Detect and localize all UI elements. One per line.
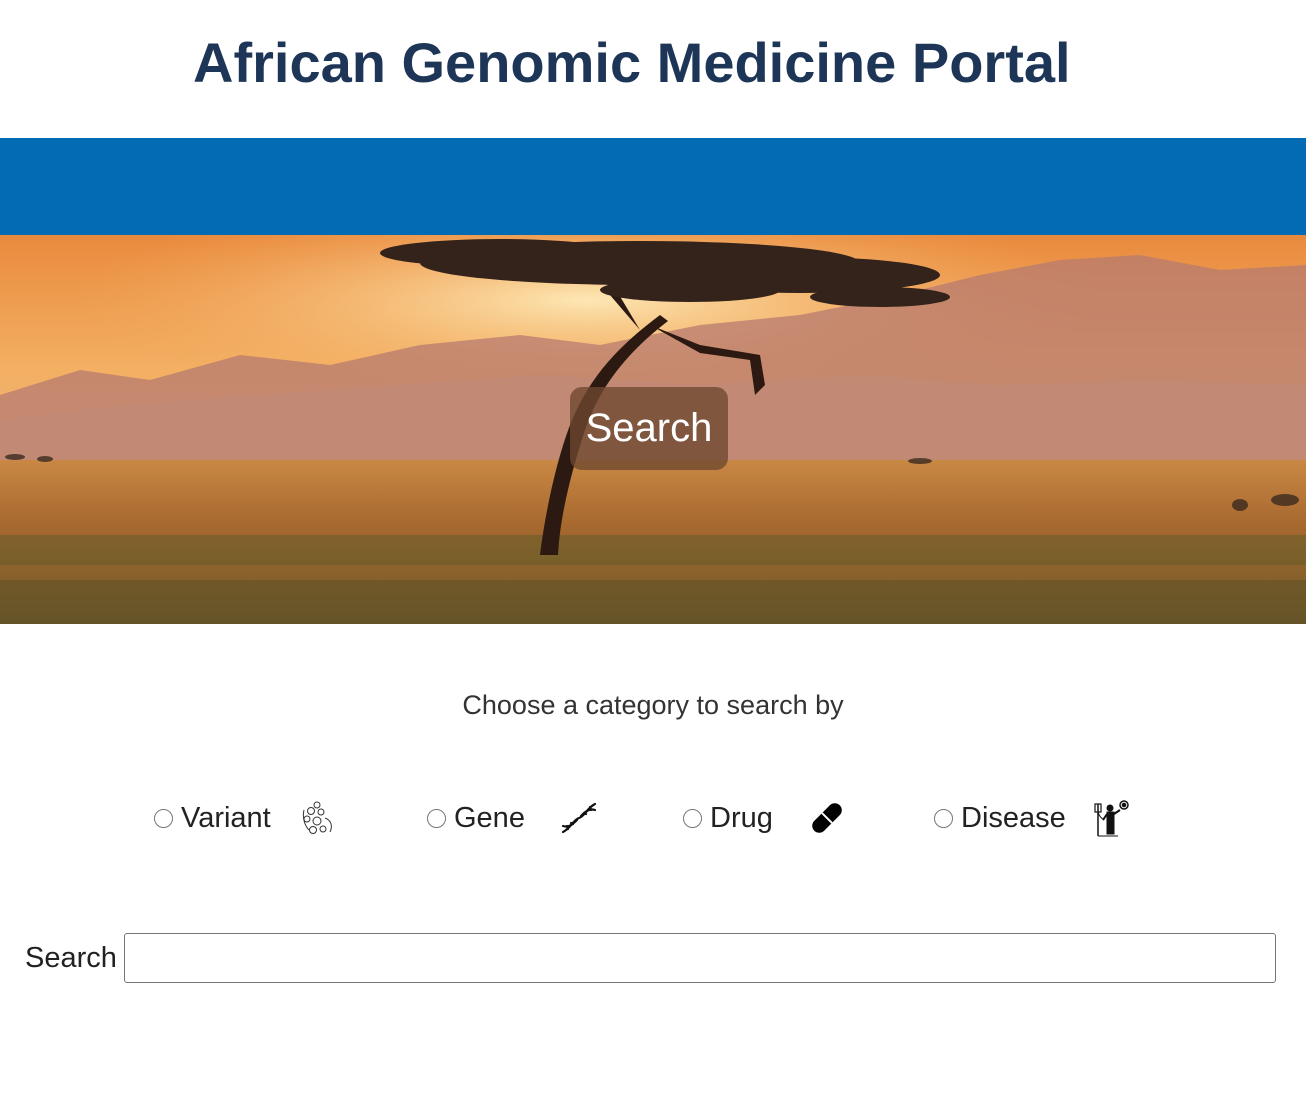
site-title: African Genomic Medicine Portal — [193, 31, 1071, 94]
gene-radio[interactable] — [427, 808, 446, 828]
category-option-variant[interactable]: Variant — [154, 795, 339, 841]
patient-iv-icon — [1092, 798, 1132, 838]
search-input[interactable] — [123, 933, 1276, 983]
pill-icon — [807, 798, 847, 838]
drug-radio[interactable] — [683, 808, 702, 828]
variant-label[interactable]: Variant — [181, 802, 271, 835]
disease-radio[interactable] — [934, 808, 953, 828]
hero-banner: Search — [0, 235, 1306, 624]
category-prompt: Choose a category to search by — [462, 690, 844, 720]
nav-bar — [0, 138, 1306, 235]
hero-search-button[interactable]: Search — [570, 387, 728, 470]
category-option-drug[interactable]: Drug — [683, 795, 847, 841]
search-row: Search — [25, 932, 1276, 984]
drug-label[interactable]: Drug — [710, 802, 773, 835]
gene-label[interactable]: Gene — [454, 802, 525, 835]
dna-icon — [559, 798, 599, 838]
page-header: African Genomic Medicine Portal — [0, 0, 1306, 138]
category-option-disease[interactable]: Disease — [934, 795, 1132, 841]
variant-radio[interactable] — [154, 808, 173, 828]
search-label: Search — [25, 941, 117, 974]
category-option-gene[interactable]: Gene — [427, 795, 599, 841]
disease-label[interactable]: Disease — [961, 802, 1066, 835]
variant-icon — [299, 798, 339, 838]
